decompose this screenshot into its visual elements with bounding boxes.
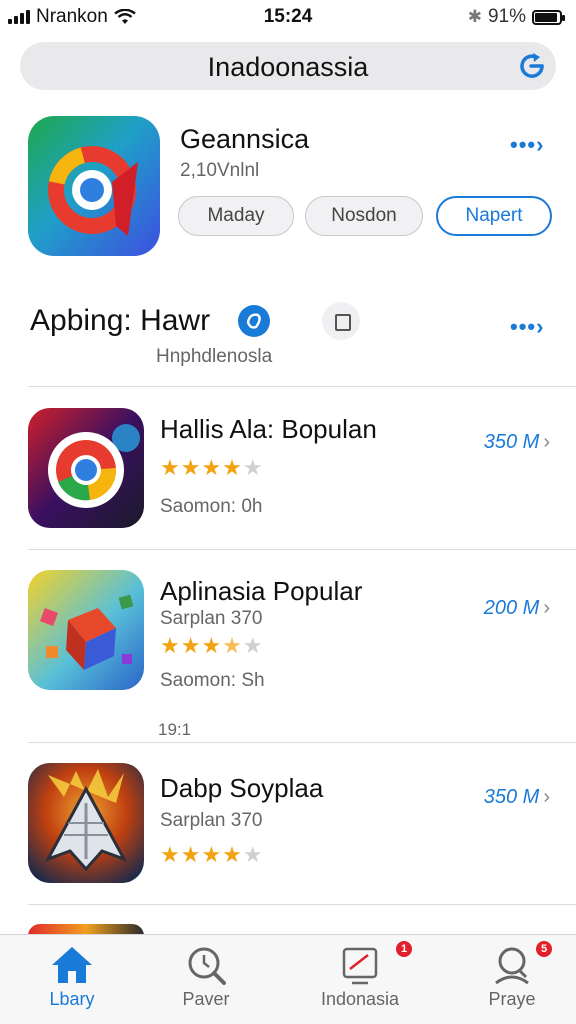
rating-stars: ★★★★★ xyxy=(160,842,264,867)
battery-icon xyxy=(532,9,565,25)
tablet-icon xyxy=(342,947,378,985)
app-icon-browser[interactable] xyxy=(28,408,144,528)
rating-stars: ★★★★★ xyxy=(160,455,264,480)
notification-badge: 1 xyxy=(396,941,412,957)
tab-praye[interactable]: Praye 5 xyxy=(440,935,576,1024)
app-subtitle: Sarplan 370 xyxy=(160,810,263,831)
app-subtitle: Saomon: 0h xyxy=(160,496,263,517)
tab-label: Paver xyxy=(182,989,230,1009)
tab-label: Lbary xyxy=(49,989,95,1009)
bluetooth-icon: ✱ xyxy=(467,7,482,26)
section-title: Apbing: Hawr xyxy=(30,304,211,337)
tab-library[interactable]: Lbary xyxy=(0,935,144,1024)
tab-indonasia[interactable]: Indonasia 1 xyxy=(288,935,432,1024)
rating-stars: ★★★★★ xyxy=(160,633,264,658)
featured-app-title: Geannsica xyxy=(180,124,310,154)
square-icon[interactable] xyxy=(322,302,360,340)
chevron-right-icon: › xyxy=(543,786,550,808)
featured-app-icon[interactable] xyxy=(28,116,160,256)
status-bar: Nrankon 15:24 ✱ 91% xyxy=(0,0,576,34)
status-right: ✱ 91% xyxy=(467,6,565,28)
chevron-right-icon: › xyxy=(543,431,550,453)
app-title[interactable]: Dabp Soyplaa xyxy=(160,773,323,804)
featured-button-1[interactable]: Maday xyxy=(178,196,294,236)
app-subtitle: Sarplan 370 xyxy=(160,608,263,629)
tab-paver[interactable]: Paver xyxy=(134,935,278,1024)
person-search-icon xyxy=(495,947,529,985)
divider xyxy=(28,386,576,387)
featured-app-subtitle: 2,10Vnlnl xyxy=(180,160,260,181)
app-size[interactable]: 350 M › xyxy=(484,431,550,454)
notification-badge: 5 xyxy=(536,941,552,957)
section-more-icon[interactable]: •••› xyxy=(510,314,544,340)
section-subtitle: Hnphdlenosla xyxy=(156,346,273,367)
divider xyxy=(28,742,576,743)
featured-more-icon[interactable]: •••› xyxy=(510,132,544,158)
app-title[interactable]: Hallis Ala: Bopulan xyxy=(160,414,377,445)
tab-label: Praye xyxy=(488,989,536,1009)
battery-fill xyxy=(535,12,557,22)
app-meta: Saomon: Sh xyxy=(160,670,265,691)
featured-button-2[interactable]: Nosdon xyxy=(305,196,423,236)
divider xyxy=(28,904,576,905)
app-icon-cubes[interactable] xyxy=(28,570,144,690)
divider xyxy=(28,549,576,550)
tab-label: Indonasia xyxy=(320,989,400,1009)
magnifier-icon xyxy=(188,947,226,985)
tab-bar: Lbary Paver Indonasia 1 Praye 5 xyxy=(0,934,576,1024)
app-icon-ship[interactable] xyxy=(28,763,144,883)
app-size[interactable]: 350 M › xyxy=(484,786,550,809)
featured-button-3[interactable]: Napert xyxy=(436,196,552,236)
app-size[interactable]: 200 M › xyxy=(484,597,550,620)
app-title[interactable]: Aplinasia Popular xyxy=(160,576,362,607)
home-icon xyxy=(52,947,92,983)
refresh-icon[interactable] xyxy=(516,50,548,82)
chevron-right-icon: › xyxy=(543,597,550,619)
app-size-value: 350 M xyxy=(483,786,540,808)
search-bar[interactable]: Inadoonassia xyxy=(20,42,556,90)
verified-badge-icon xyxy=(238,305,270,337)
app-size-value: 350 M xyxy=(483,431,540,453)
app-size-value: 200 M xyxy=(483,597,540,619)
search-query: Inadoonassia xyxy=(207,52,369,82)
battery-percent: 91% xyxy=(487,6,526,27)
list-label: 19:1 xyxy=(158,720,192,739)
